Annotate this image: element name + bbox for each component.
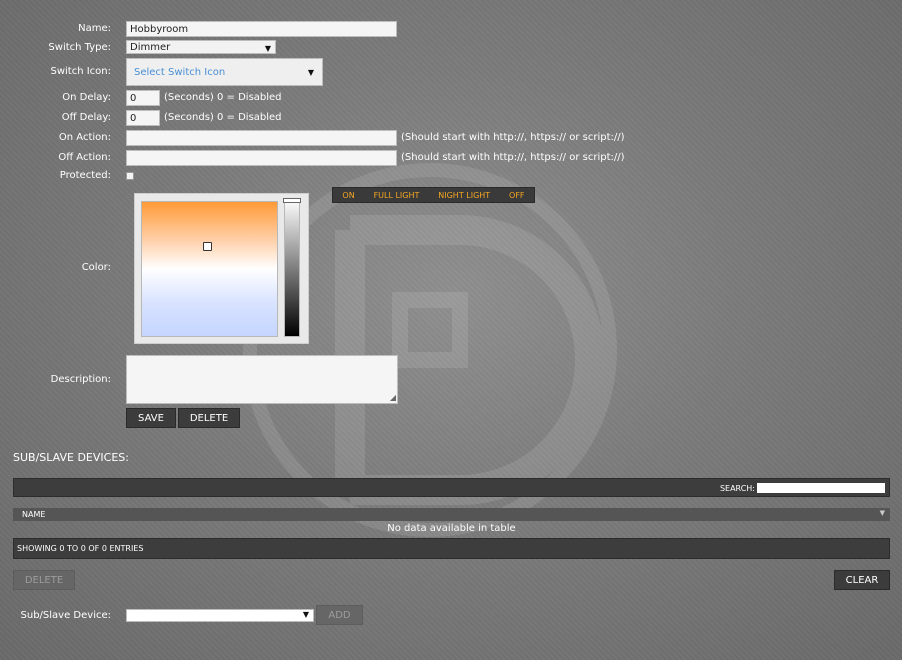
search-input[interactable] xyxy=(757,483,885,493)
preset-on-button[interactable]: ON xyxy=(342,191,354,200)
off-action-hint: (Should start with http://, https:// or … xyxy=(401,152,625,163)
switch-type-select[interactable]: Dimmer ▼ xyxy=(126,40,276,54)
switch-type-value: Dimmer xyxy=(130,42,171,53)
add-button[interactable]: ADD xyxy=(316,605,363,625)
preset-night-light-button[interactable]: NIGHT LIGHT xyxy=(438,191,490,200)
subslave-section-title: SUB/SLAVE DEVICES: xyxy=(13,451,129,464)
name-label: Name: xyxy=(78,23,111,34)
dropdown-arrow-icon: ▼ xyxy=(264,44,271,53)
off-delay-hint: (Seconds) 0 = Disabled xyxy=(164,112,282,123)
dropdown-arrow-icon: ▼ xyxy=(302,610,309,619)
resize-handle-icon[interactable]: ◢ xyxy=(390,390,396,405)
color-picker xyxy=(134,193,309,344)
preset-off-button[interactable]: OFF xyxy=(509,191,525,200)
table-footer xyxy=(13,538,890,559)
brightness-slider[interactable] xyxy=(284,198,300,337)
brightness-slider-handle[interactable] xyxy=(283,198,301,203)
switch-type-label: Switch Type: xyxy=(48,42,111,53)
off-action-label: Off Action: xyxy=(58,152,111,163)
on-delay-input[interactable]: 0 xyxy=(126,90,160,106)
delete-button[interactable]: DELETE xyxy=(178,408,240,428)
description-textarea[interactable]: ◢ xyxy=(126,355,398,404)
table-empty-message: No data available in table xyxy=(387,523,516,534)
protected-checkbox[interactable] xyxy=(126,172,134,180)
switch-icon-select[interactable]: Select Switch Icon ▼ xyxy=(126,58,323,86)
name-input[interactable]: Hobbyroom xyxy=(126,21,397,37)
dropdown-arrow-icon: ▼ xyxy=(307,68,314,77)
save-button[interactable]: SAVE xyxy=(126,408,176,428)
sort-icon[interactable]: ▼ xyxy=(880,509,885,517)
on-action-label: On Action: xyxy=(58,132,111,143)
off-action-input[interactable] xyxy=(126,150,397,166)
subslave-delete-button[interactable]: DELETE xyxy=(13,570,75,590)
protected-label: Protected: xyxy=(59,170,111,181)
column-header-name[interactable]: NAME xyxy=(22,510,45,519)
table-toolbar: SEARCH: xyxy=(13,478,890,497)
subslave-device-select[interactable]: ▼ xyxy=(126,609,314,622)
off-delay-input[interactable]: 0 xyxy=(126,110,160,126)
color-label: Color: xyxy=(81,262,111,273)
subslave-device-label: Sub/Slave Device: xyxy=(20,610,111,621)
table-header: NAME ▼ xyxy=(13,508,890,521)
table-info: SHOWING 0 TO 0 OF 0 ENTRIES xyxy=(17,544,144,553)
color-presets-bar: ON FULL LIGHT NIGHT LIGHT OFF xyxy=(332,187,535,203)
off-delay-label: Off Delay: xyxy=(61,112,111,123)
on-delay-label: On Delay: xyxy=(62,92,111,103)
switch-icon-value: Select Switch Icon xyxy=(134,67,226,78)
on-action-input[interactable] xyxy=(126,130,397,146)
search-label: SEARCH: xyxy=(719,484,755,493)
switch-icon-label: Switch Icon: xyxy=(50,66,111,77)
on-action-hint: (Should start with http://, https:// or … xyxy=(401,132,625,143)
description-label: Description: xyxy=(50,374,111,385)
color-saturation-area[interactable] xyxy=(141,201,278,337)
on-delay-hint: (Seconds) 0 = Disabled xyxy=(164,92,282,103)
clear-button[interactable]: CLEAR xyxy=(834,570,890,590)
preset-full-light-button[interactable]: FULL LIGHT xyxy=(374,191,420,200)
color-picker-handle[interactable] xyxy=(203,242,212,251)
